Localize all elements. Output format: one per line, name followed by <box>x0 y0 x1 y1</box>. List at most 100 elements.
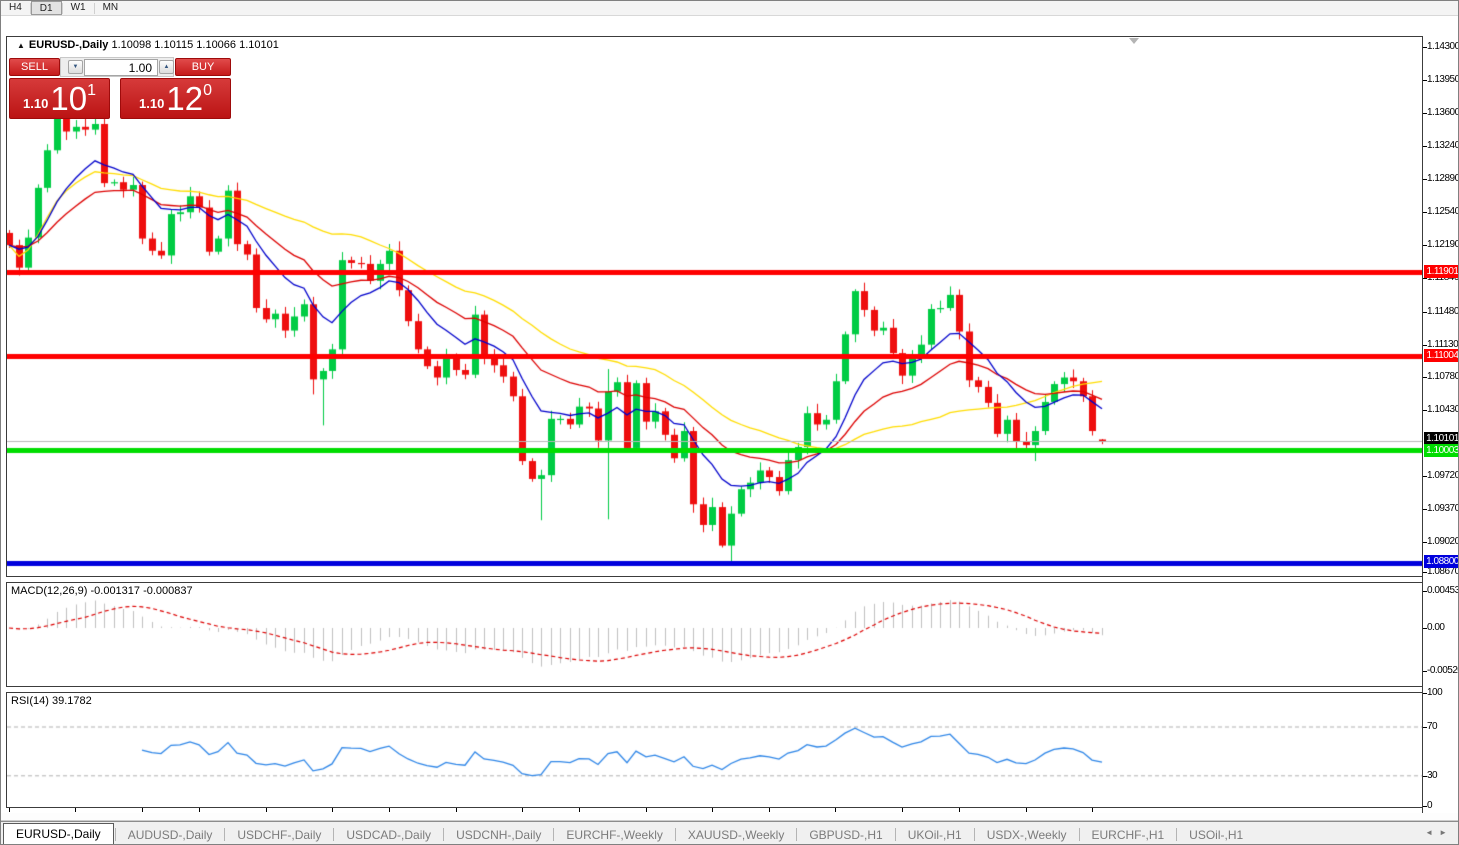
chart-scroll-strip[interactable] <box>1 813 1458 821</box>
time-axis-tick <box>646 808 647 812</box>
triangle-up-icon: ▲ <box>163 64 170 70</box>
price-line-tag: 1.11004 <box>1424 349 1458 362</box>
time-axis-tick <box>266 808 267 812</box>
tab-scroll-arrows: ◄► <box>1425 828 1453 837</box>
chart-tab[interactable]: USDCAD-,Daily <box>335 825 442 844</box>
price-axis[interactable]: 1.14300 1.13950 1.13600 1.13240 1.12890 1.125… <box>1422 36 1459 828</box>
rsi-axis-label: 100 <box>1427 687 1443 698</box>
time-axis-tick <box>579 808 580 812</box>
price-axis-label: 1.13950 <box>1427 74 1459 85</box>
price-line-tag: 1.11901 <box>1424 265 1458 278</box>
tab-separator <box>1176 828 1178 841</box>
rsi-value: 39.1782 <box>51 695 92 707</box>
sell-price-display[interactable]: 1.10 10 1 <box>9 78 110 119</box>
tab-separator <box>1078 828 1080 841</box>
volume-input[interactable] <box>84 59 158 76</box>
chart-tab[interactable]: USDX-,Weekly <box>976 825 1078 844</box>
time-axis-tick <box>1026 808 1027 812</box>
rsi-indicator-canvas[interactable] <box>7 693 1422 807</box>
sell-button[interactable]: SELL <box>9 58 60 76</box>
chart-tab[interactable]: GBPUSD-,H1 <box>798 825 893 844</box>
price-axis-label: 1.12540 <box>1427 206 1459 217</box>
time-axis-tick <box>1092 808 1093 812</box>
volume-spinner: ▼ ▲ <box>60 57 174 77</box>
buy-price-sup: 0 <box>203 82 212 99</box>
time-axis-tick <box>142 808 143 812</box>
chart-tab[interactable]: XAUUSD-,Weekly <box>677 825 795 844</box>
chart-tab[interactable]: USOil-,H1 <box>1178 825 1254 844</box>
rsi-axis-label: 0 <box>1427 800 1433 811</box>
chart-tab-bar: EURUSD-,Daily AUDUSD-,Daily USDCHF-,Daily U… <box>1 821 1458 844</box>
timeframe-button-w1[interactable]: W1 <box>63 1 94 15</box>
timeframe-button-mn[interactable]: MN <box>95 1 127 15</box>
price-line-tag: 1.10003 <box>1424 444 1458 457</box>
chart-window: ▲ EURUSD-,Daily 1.10098 1.10115 1.10066 1… <box>1 16 1458 828</box>
macd-name: MACD(12,26,9) <box>11 585 88 597</box>
time-axis-tick <box>959 808 960 812</box>
macd-indicator-canvas[interactable] <box>7 583 1422 686</box>
triangle-down-icon: ▼ <box>72 64 79 70</box>
macd-values: -0.001317 -0.000837 <box>90 585 193 597</box>
volume-increase-button[interactable]: ▲ <box>159 60 174 74</box>
price-axis-label: 1.13600 <box>1427 107 1459 118</box>
tab-scroll-right-button[interactable]: ► <box>1439 828 1453 837</box>
price-line-tag: 1.08800 <box>1424 555 1458 568</box>
collapse-panel-icon[interactable]: ▲ <box>17 41 25 50</box>
chart-tab[interactable]: EURCHF-,Weekly <box>555 825 673 844</box>
tab-scroll-left-button[interactable]: ◄ <box>1425 828 1439 837</box>
buy-price-big: 12 <box>166 79 204 117</box>
time-axis-tick <box>902 808 903 812</box>
timeframe-toolbar: H4 D1 W1 MN <box>1 1 1458 16</box>
tab-separator <box>796 828 798 841</box>
macd-axis-label: 0.00 <box>1427 622 1445 633</box>
price-axis-label: 1.10780 <box>1427 371 1459 382</box>
buy-button[interactable]: BUY <box>175 58 231 76</box>
volume-decrease-button[interactable]: ▼ <box>68 60 83 74</box>
buy-price-small: 1.10 <box>139 96 165 111</box>
rsi-label: RSI(14) 39.1782 <box>11 695 92 707</box>
time-axis-tick <box>9 808 10 812</box>
tab-separator <box>973 828 975 841</box>
macd-axis-label: 0.004536 <box>1427 585 1458 596</box>
chart-tab[interactable]: EURUSD-,Daily <box>3 823 114 844</box>
price-axis-label: 1.10430 <box>1427 404 1459 415</box>
timeframe-button-h4[interactable]: H4 <box>1 1 30 15</box>
tab-separator <box>674 828 676 841</box>
tab-separator <box>224 828 226 841</box>
chart-shift-marker-icon[interactable] <box>1129 38 1139 44</box>
time-axis-tick <box>456 808 457 812</box>
time-axis-tick <box>199 808 200 812</box>
timeframe-button-d1[interactable]: D1 <box>30 1 62 15</box>
rsi-name: RSI(14) <box>11 695 49 707</box>
tab-separator <box>443 828 445 841</box>
price-axis-label: 1.12190 <box>1427 239 1459 250</box>
chart-tab[interactable]: AUDUSD-,Daily <box>117 825 224 844</box>
price-axis-label: 1.14300 <box>1427 41 1459 52</box>
chart-tab[interactable]: USDCHF-,Daily <box>226 825 332 844</box>
rsi-axis-label: 70 <box>1427 721 1438 732</box>
macd-axis-label: -0.005203 <box>1427 665 1458 676</box>
one-click-trade-panel: SELL ▼ ▲ BUY 1.10 10 1 1.10 12 0 <box>8 57 232 119</box>
chart-symbol-label: EURUSD-,Daily <box>28 39 109 51</box>
price-axis-label: 1.11480 <box>1427 306 1459 317</box>
time-axis-tick <box>712 808 713 812</box>
chart-ohlc-values: 1.10098 1.10115 1.10066 1.10101 <box>111 39 279 51</box>
tab-separator <box>553 828 555 841</box>
time-axis-tick <box>332 808 333 812</box>
chart-tab[interactable]: UKOil-,H1 <box>897 825 973 844</box>
buy-price-display[interactable]: 1.10 12 0 <box>120 78 231 119</box>
time-axis-tick <box>769 808 770 812</box>
chart-tab[interactable]: EURCHF-,H1 <box>1081 825 1176 844</box>
price-axis-label: 1.13240 <box>1427 140 1459 151</box>
rsi-axis-label: 30 <box>1427 770 1438 781</box>
mt4-window: H4 D1 W1 MN ▲ EURUSD-,Daily 1.10098 1.10115 … <box>0 0 1459 845</box>
tab-separator <box>333 828 335 841</box>
sell-price-sup: 1 <box>87 82 96 99</box>
macd-label: MACD(12,26,9) -0.001317 -0.000837 <box>11 585 193 597</box>
price-axis-label: 1.09370 <box>1427 503 1459 514</box>
chart-tab[interactable]: USDCNH-,Daily <box>445 825 552 844</box>
time-axis-tick <box>389 808 390 812</box>
chart-title: ▲ EURUSD-,Daily 1.10098 1.10115 1.10066 1… <box>17 39 279 51</box>
sell-price-small: 1.10 <box>23 96 49 111</box>
tab-separator <box>114 828 116 841</box>
